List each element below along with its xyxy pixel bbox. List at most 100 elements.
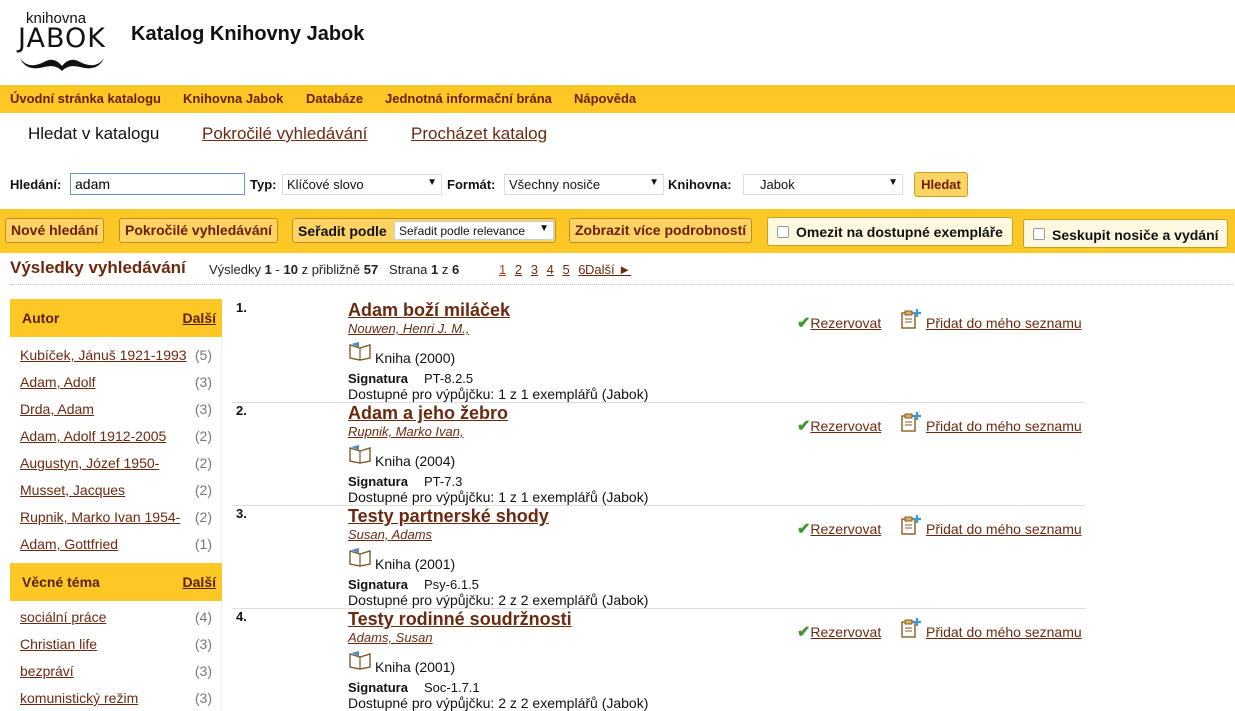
result-title-link[interactable]: Adam boží miláček [348, 300, 510, 321]
facet-item-count: (5) [194, 347, 212, 363]
facet-item-label[interactable]: Drda, Adam [20, 401, 94, 417]
limit-available-toggle[interactable]: Omezit na dostupné exempláře [767, 217, 1013, 246]
facet-item[interactable]: komunistický režim (3) [20, 690, 212, 710]
nav-databases[interactable]: Databáze [306, 91, 363, 106]
facet-item-label[interactable]: Kubíček, Jánuš 1921-1993 [20, 347, 187, 363]
facet-item-label[interactable]: Adam, Adolf [20, 374, 96, 390]
result-signature-value: Soc-1.7.1 [424, 680, 480, 695]
reserve-link[interactable]: ✔Rezervovat [797, 313, 881, 333]
add-to-list-link[interactable]: Přidat do mého seznamu [900, 514, 1082, 539]
add-to-list-link[interactable]: Přidat do mého seznamu [900, 411, 1082, 436]
add-to-list-icon [901, 515, 921, 535]
sort-select-value: Seřadit podle relevance [399, 224, 526, 238]
sort-select[interactable]: Seřadit podle relevance ▼ [394, 221, 554, 240]
type-label: Typ: [250, 177, 277, 192]
result-author-link[interactable]: Rupnik, Marko Ivan, [348, 424, 464, 439]
nav-library[interactable]: Knihovna Jabok [183, 91, 283, 106]
page-link-4[interactable]: 4 [547, 262, 554, 277]
result-author-link[interactable]: Nouwen, Henri J. M., [348, 321, 469, 336]
facet-item[interactable]: Rupnik, Marko Ivan 1954- (2) [20, 509, 212, 529]
facet-item[interactable]: Christian life (3) [20, 636, 212, 656]
facet-item-label[interactable]: Rupnik, Marko Ivan 1954- [20, 509, 180, 525]
facet-item[interactable]: Musset, Jacques (2) [20, 482, 212, 502]
next-page-link[interactable]: Další ► [585, 262, 631, 277]
add-to-list-label: Přidat do mého seznamu [926, 315, 1082, 331]
search-form: Hledání: Typ: Klíčové slovo ▼ Formát: Vš… [0, 172, 1235, 198]
nav-unified-portal[interactable]: Jednotná informační brána [385, 91, 552, 106]
reserve-link[interactable]: ✔Rezervovat [797, 622, 881, 642]
page-link-3[interactable]: 3 [531, 262, 538, 277]
facet-item[interactable]: Augustyn, Józef 1950- (2) [20, 455, 212, 475]
add-to-list-link[interactable]: Přidat do mého seznamu [900, 308, 1082, 333]
logo-text-big: JABOK [18, 23, 106, 54]
facet-item-label[interactable]: Adam, Gottfried [20, 536, 118, 552]
result-availability: Dostupné pro výpůjčku: 2 z 2 exemplářů (… [348, 695, 649, 711]
tab-advanced-search[interactable]: Pokročilé vyhledávání [202, 124, 367, 144]
reserve-link[interactable]: ✔Rezervovat [797, 416, 881, 436]
page-link-2[interactable]: 2 [515, 262, 522, 277]
facet-item[interactable]: Adam, Adolf 1912-2005 (2) [20, 428, 212, 448]
format-select-value: Všechny nosiče [509, 177, 601, 192]
library-select[interactable]: Jabok ▼ [743, 174, 903, 195]
facet-item[interactable]: Drda, Adam (3) [20, 401, 212, 421]
facet-author-more-link[interactable]: Další [183, 310, 216, 326]
facet-item-label[interactable]: sociální práce [20, 609, 106, 625]
type-select[interactable]: Klíčové slovo ▼ [282, 174, 442, 195]
reserve-label: Rezervovat [810, 315, 882, 331]
count-total: 57 [363, 262, 379, 277]
result-format: Kniha (2004) [375, 453, 456, 469]
facet-item-label[interactable]: Adam, Adolf 1912-2005 [20, 428, 166, 444]
tab-search-catalog[interactable]: Hledat v katalogu [28, 124, 159, 144]
nav-help[interactable]: Nápověda [574, 91, 636, 106]
search-button[interactable]: Hledat [914, 172, 968, 197]
result-number: 4. [236, 609, 247, 624]
result-title-link[interactable]: Adam a jeho žebro [348, 403, 508, 424]
sort-control: Seřadit podle Seřadit podle relevance ▼ [292, 218, 556, 243]
facet-item[interactable]: Adam, Gottfried (1) [20, 536, 212, 556]
limit-available-label: Omezit na dostupné exempláře [796, 224, 1003, 240]
facet-item-label[interactable]: Augustyn, Józef 1950- [20, 455, 159, 471]
group-formats-checkbox[interactable] [1033, 228, 1045, 240]
facet-item[interactable]: Kubíček, Jánuš 1921-1993 (5) [20, 347, 212, 367]
nav-home[interactable]: Úvodní stránka katalogu [10, 91, 161, 106]
show-more-details-button[interactable]: Zobrazit více podrobností [569, 218, 753, 243]
result-signature-value: PT-8.2.5 [424, 371, 474, 386]
result-item: 1. Adam boží miláček Nouwen, Henri J. M.… [232, 300, 1085, 403]
limit-available-checkbox[interactable] [777, 226, 789, 238]
reserve-link[interactable]: ✔Rezervovat [797, 519, 881, 539]
result-item: 2. Adam a jeho žebro Rupnik, Marko Ivan,… [232, 403, 1085, 506]
result-author-link[interactable]: Susan, Adams [348, 527, 432, 542]
search-label: Hledání: [10, 177, 62, 192]
facet-item-label[interactable]: Christian life [20, 636, 97, 652]
facet-item-count: (2) [194, 482, 212, 498]
result-title-link[interactable]: Testy partnerské shody [348, 506, 549, 527]
facet-item[interactable]: sociální práce (4) [20, 609, 212, 629]
facet-subject-more-link[interactable]: Další [183, 574, 216, 590]
library-logo[interactable]: knihovna JABOK [16, 10, 108, 72]
facet-item-count: (2) [194, 509, 212, 525]
add-to-list-link[interactable]: Přidat do mého seznamu [900, 617, 1082, 642]
page-link-5[interactable]: 5 [562, 262, 569, 277]
facet-item[interactable]: Adam, Adolf (3) [20, 374, 212, 394]
top-navigation: Úvodní stránka katalogu Knihovna Jabok D… [0, 85, 1235, 113]
search-input[interactable] [70, 173, 245, 195]
result-title-link[interactable]: Testy rodinné soudržnosti [348, 609, 572, 630]
facet-item-label[interactable]: Musset, Jacques [20, 482, 125, 498]
add-to-list-icon [901, 412, 921, 432]
add-to-list-label: Přidat do mého seznamu [926, 624, 1082, 640]
format-select[interactable]: Všechny nosiče ▼ [504, 174, 664, 195]
facet-item[interactable]: bezpráví (3) [20, 663, 212, 683]
advanced-search-button[interactable]: Pokročilé vyhledávání [119, 218, 279, 243]
page-link-1[interactable]: 1 [499, 262, 506, 277]
new-search-button[interactable]: Nové hledání [5, 218, 105, 243]
result-author-link[interactable]: Adams, Susan [348, 630, 433, 645]
pagination: 1 2 3 4 5 6 [499, 262, 591, 277]
tab-browse-catalog[interactable]: Procházet katalog [411, 124, 547, 144]
facet-author-list: Kubíček, Jánuš 1921-1993 (5) Adam, Adolf (… [10, 337, 222, 563]
result-format: Kniha (2001) [375, 556, 456, 572]
reserve-label: Rezervovat [810, 521, 882, 537]
facet-item-label[interactable]: bezpráví [20, 663, 74, 679]
results-toolbar: Nové hledání Pokročilé vyhledávání Seřad… [0, 209, 1235, 253]
facet-item-label[interactable]: komunistický režim [20, 690, 138, 706]
group-formats-toggle[interactable]: Seskupit nosiče a vydání [1023, 219, 1228, 248]
